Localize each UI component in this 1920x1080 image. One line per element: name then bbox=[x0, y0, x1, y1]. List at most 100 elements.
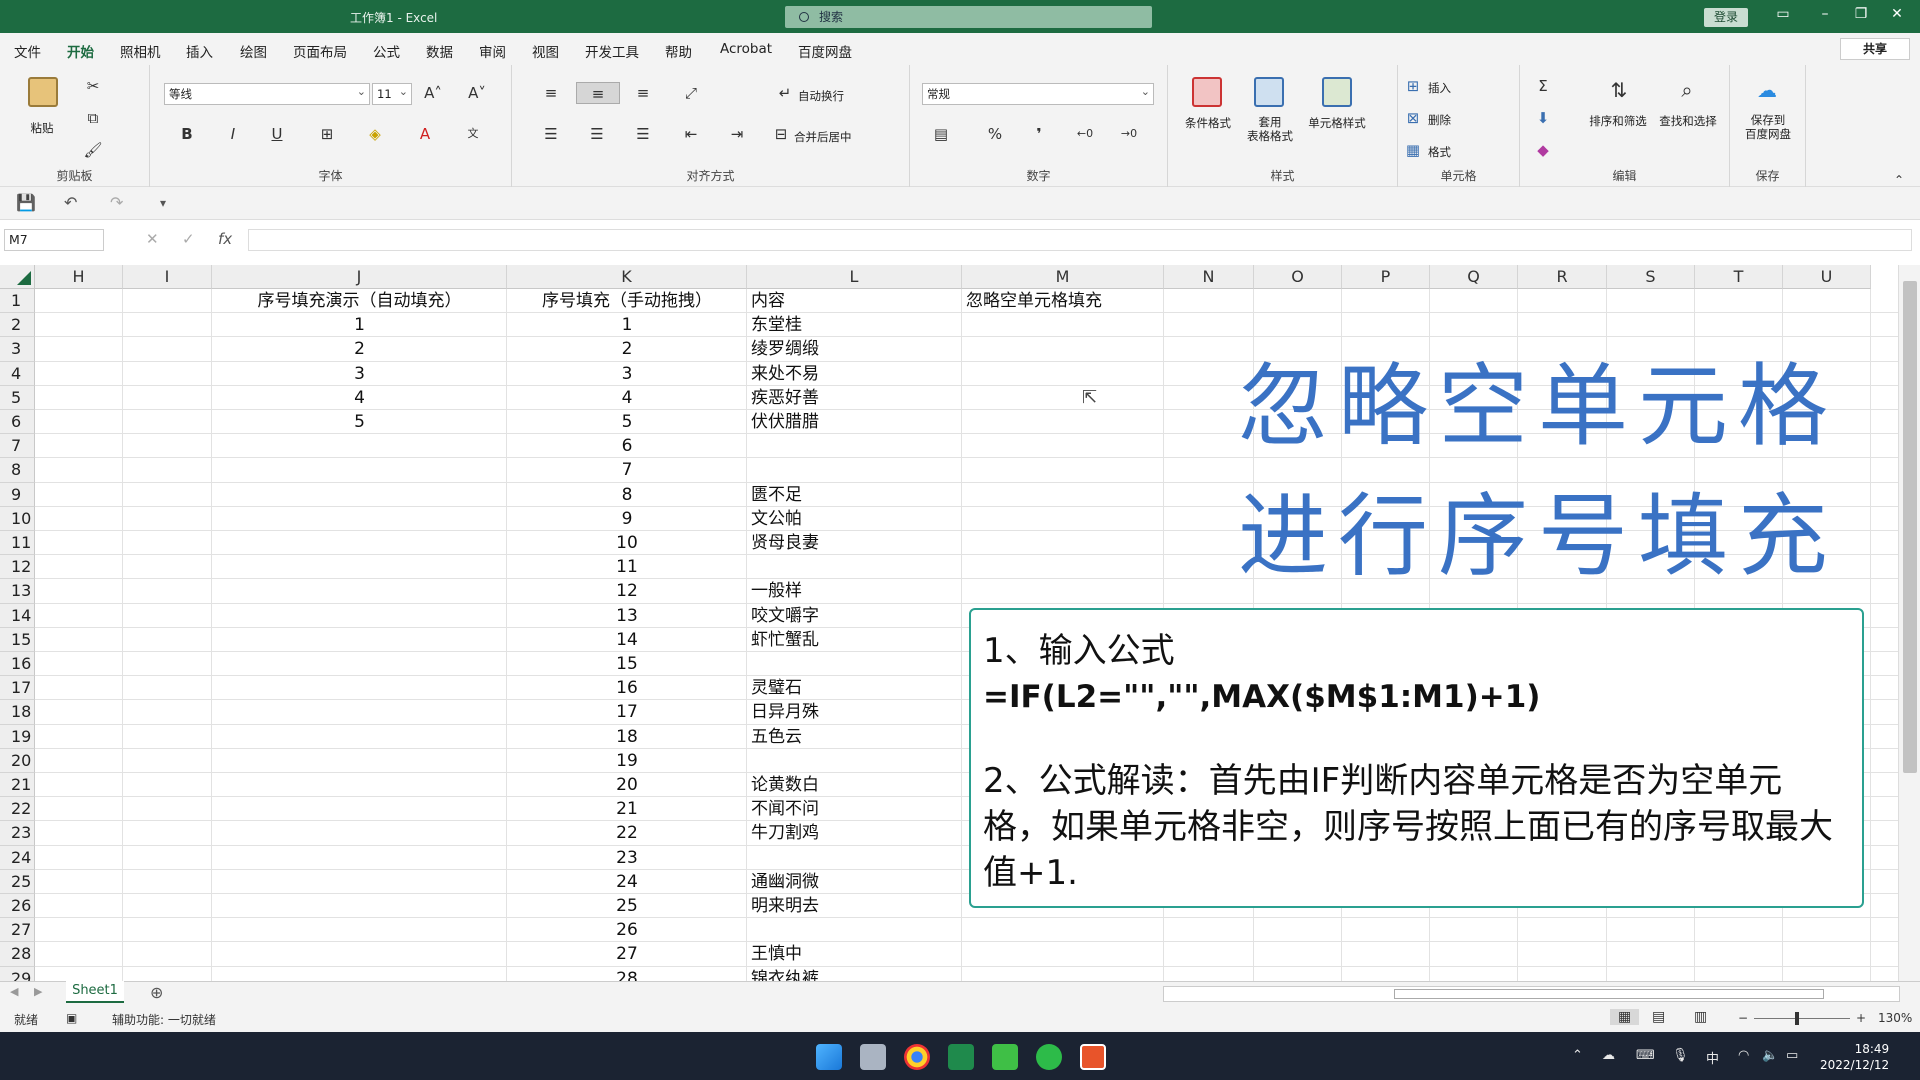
cell-l18[interactable]: 日异月殊 bbox=[751, 700, 819, 724]
tab-page-layout[interactable]: 页面布局 bbox=[293, 41, 347, 61]
column-header-h[interactable]: H bbox=[35, 265, 123, 289]
cell-k16[interactable]: 15 bbox=[507, 652, 747, 676]
cell-k28[interactable]: 27 bbox=[507, 942, 747, 966]
cell-k18[interactable]: 17 bbox=[507, 700, 747, 724]
name-box[interactable]: M7 bbox=[4, 229, 104, 251]
tab-insert[interactable]: 插入 bbox=[186, 41, 213, 61]
zoom-out-icon[interactable]: − bbox=[1738, 1011, 1748, 1025]
row-header-1[interactable]: 1 bbox=[0, 289, 35, 314]
ime-indicator[interactable]: 中 bbox=[1706, 1048, 1719, 1067]
task-view-icon[interactable] bbox=[860, 1044, 886, 1070]
row-header-2[interactable]: 2 bbox=[0, 313, 35, 338]
font-size-select[interactable]: 11 bbox=[372, 82, 412, 105]
excel-taskbar-icon[interactable] bbox=[948, 1044, 974, 1070]
share-button[interactable]: 共享 bbox=[1840, 38, 1910, 60]
cell-k26[interactable]: 25 bbox=[507, 894, 747, 918]
start-icon[interactable] bbox=[816, 1044, 842, 1070]
row-header-19[interactable]: 19 bbox=[0, 724, 35, 749]
decrease-font-icon[interactable]: A˅ bbox=[466, 82, 488, 104]
header-cell-m1[interactable]: 忽略空单元格填充 bbox=[966, 289, 1102, 313]
cell-styles-icon[interactable] bbox=[1322, 77, 1352, 107]
conditional-format-icon[interactable] bbox=[1192, 77, 1222, 107]
cell-k2[interactable]: 1 bbox=[507, 313, 747, 337]
select-all-corner[interactable] bbox=[0, 265, 35, 289]
row-header-15[interactable]: 15 bbox=[0, 627, 35, 652]
vertical-scroll-thumb[interactable] bbox=[1903, 281, 1917, 773]
cell-k9[interactable]: 8 bbox=[507, 483, 747, 507]
cell-k22[interactable]: 21 bbox=[507, 797, 747, 821]
tab-camera[interactable]: 照相机 bbox=[120, 41, 161, 61]
cell-k8[interactable]: 7 bbox=[507, 458, 747, 482]
cell-k15[interactable]: 14 bbox=[507, 628, 747, 652]
microphone-icon[interactable]: 🎙 bbox=[1672, 1048, 1689, 1063]
vertical-scrollbar[interactable] bbox=[1898, 265, 1920, 981]
cell-k6[interactable]: 5 bbox=[507, 410, 747, 434]
format-cells-icon[interactable]: ▦ bbox=[1402, 139, 1424, 161]
format-table-button[interactable]: 套用 表格格式 bbox=[1240, 115, 1300, 143]
row-header-4[interactable]: 4 bbox=[0, 361, 35, 386]
minimize-icon[interactable]: – bbox=[1810, 6, 1840, 22]
align-left-icon[interactable]: ☰ bbox=[540, 123, 562, 145]
row-header-22[interactable]: 22 bbox=[0, 797, 35, 822]
cell-l25[interactable]: 通幽洞微 bbox=[751, 870, 819, 894]
align-center-icon[interactable]: ☰ bbox=[586, 123, 608, 145]
format-table-icon[interactable] bbox=[1254, 77, 1284, 107]
bold-icon[interactable]: B bbox=[176, 123, 198, 145]
cell-k17[interactable]: 16 bbox=[507, 676, 747, 700]
cell-k4[interactable]: 3 bbox=[507, 362, 747, 386]
insert-function-icon[interactable]: fx bbox=[218, 230, 232, 248]
zoom-slider[interactable] bbox=[1754, 1018, 1850, 1019]
formula-input[interactable] bbox=[248, 229, 1912, 251]
ribbon-display-icon[interactable]: ▭ bbox=[1768, 6, 1798, 22]
cell-k5[interactable]: 4 bbox=[507, 386, 747, 410]
enter-icon[interactable]: ✓ bbox=[182, 230, 195, 248]
cell-k3[interactable]: 2 bbox=[507, 337, 747, 361]
format-painter-icon[interactable]: 🖌 bbox=[82, 139, 104, 161]
delete-cells-button[interactable]: 删除 bbox=[1428, 112, 1451, 128]
row-header-16[interactable]: 16 bbox=[0, 652, 35, 677]
insert-cells-button[interactable]: 插入 bbox=[1428, 80, 1451, 96]
row-header-25[interactable]: 25 bbox=[0, 869, 35, 894]
zoom-slider-thumb[interactable] bbox=[1795, 1012, 1799, 1025]
phonetic-icon[interactable]: 文 bbox=[462, 123, 484, 145]
login-button[interactable]: 登录 bbox=[1704, 8, 1748, 27]
delete-cells-icon[interactable]: ⊠ bbox=[1402, 107, 1424, 129]
volume-icon[interactable]: 🔈 bbox=[1762, 1048, 1778, 1063]
cell-l11[interactable]: 贤母良妻 bbox=[751, 531, 819, 555]
tab-formulas[interactable]: 公式 bbox=[373, 41, 400, 61]
cell-j4[interactable]: 3 bbox=[212, 362, 507, 386]
clear-icon[interactable]: ◆ bbox=[1532, 139, 1554, 161]
macro-record-icon[interactable]: ▣ bbox=[66, 1011, 77, 1025]
decrease-indent-icon[interactable]: ⇤ bbox=[680, 123, 702, 145]
cell-k10[interactable]: 9 bbox=[507, 507, 747, 531]
cell-l10[interactable]: 文公帕 bbox=[751, 507, 802, 531]
sheet-tab-sheet1[interactable]: Sheet1 bbox=[66, 981, 124, 1003]
redo-icon[interactable]: ↷ bbox=[110, 193, 123, 212]
row-header-26[interactable]: 26 bbox=[0, 894, 35, 919]
comma-style-icon[interactable]: ❜ bbox=[1028, 123, 1050, 145]
add-sheet-icon[interactable]: ⊕ bbox=[150, 983, 163, 1002]
prev-sheet-icon[interactable]: ◀ bbox=[10, 985, 18, 998]
search-box[interactable]: 搜索 bbox=[785, 6, 1152, 28]
tab-view[interactable]: 视图 bbox=[532, 41, 559, 61]
find-select-icon[interactable]: ⌕ bbox=[1676, 79, 1698, 101]
cell-l23[interactable]: 牛刀割鸡 bbox=[751, 821, 819, 845]
cell-k12[interactable]: 11 bbox=[507, 555, 747, 579]
baidu-cloud-icon[interactable]: ☁ bbox=[1756, 79, 1778, 101]
cell-k13[interactable]: 12 bbox=[507, 579, 747, 603]
cell-l14[interactable]: 咬文嚼字 bbox=[751, 604, 819, 628]
cell-l17[interactable]: 灵璧石 bbox=[751, 676, 802, 700]
column-header-k[interactable]: K bbox=[507, 265, 747, 289]
row-header-10[interactable]: 10 bbox=[0, 506, 35, 531]
keyboard-icon[interactable]: ⌨ bbox=[1636, 1048, 1655, 1063]
wrap-text-button[interactable]: 自动换行 bbox=[798, 88, 844, 104]
cell-j6[interactable]: 5 bbox=[212, 410, 507, 434]
horizontal-scroll-thumb[interactable] bbox=[1394, 989, 1824, 999]
cell-l2[interactable]: 东堂桂 bbox=[751, 313, 802, 337]
cell-j3[interactable]: 2 bbox=[212, 337, 507, 361]
font-color-icon[interactable]: A bbox=[414, 123, 436, 145]
tab-help[interactable]: 帮助 bbox=[665, 41, 692, 61]
tab-data[interactable]: 数据 bbox=[426, 41, 453, 61]
row-header-7[interactable]: 7 bbox=[0, 434, 35, 459]
header-cell-k1[interactable]: 序号填充（手动拖拽） bbox=[507, 289, 747, 313]
